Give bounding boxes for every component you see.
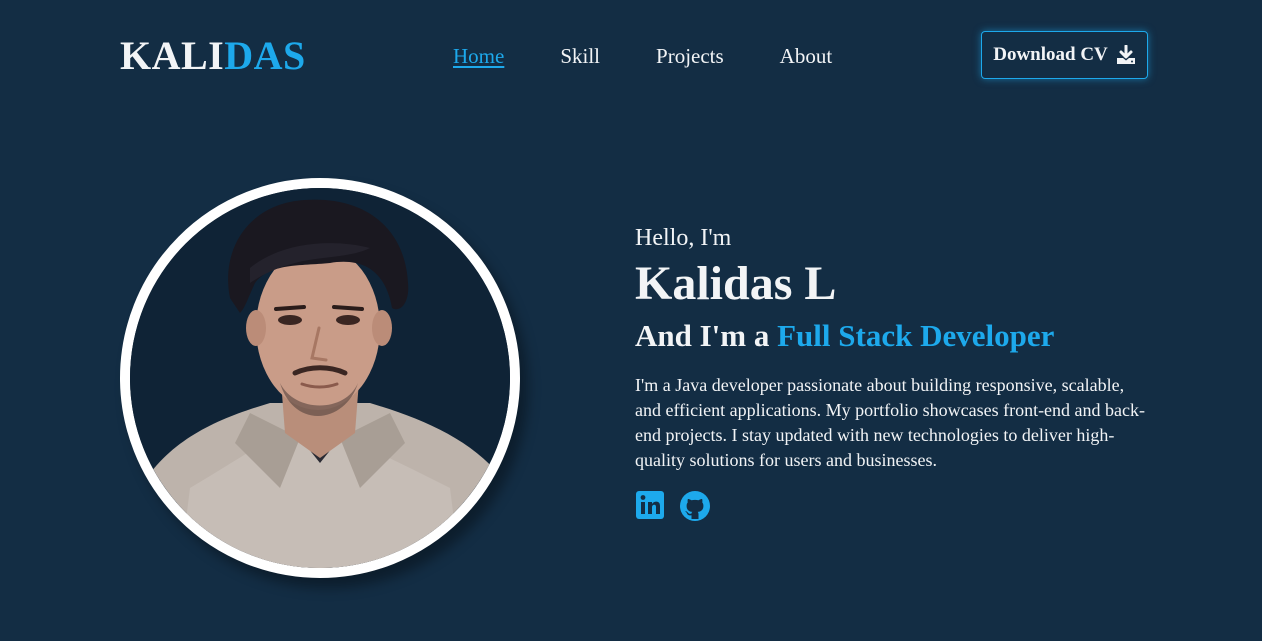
profile-photo: [120, 178, 520, 578]
logo-accent: DAS: [224, 33, 306, 78]
main-nav: Home Skill Projects About: [453, 42, 832, 70]
nav-skill[interactable]: Skill: [560, 42, 600, 70]
logo-primary: KALI: [120, 33, 225, 78]
portfolio-page: KALIDAS Home Skill Projects About Downlo…: [0, 0, 1262, 641]
download-icon: [1116, 44, 1136, 65]
hero-name: Kalidas L: [635, 257, 837, 310]
nav-home[interactable]: Home: [453, 42, 504, 70]
nav-projects[interactable]: Projects: [656, 42, 724, 70]
hero-section: Hello, I'm Kalidas L And I'm a Full Stac…: [635, 222, 1155, 521]
linkedin-icon[interactable]: [635, 490, 665, 520]
hero-role-prefix: And I'm a: [635, 318, 778, 353]
download-cv-button[interactable]: Download CV: [981, 31, 1148, 79]
hero-role-highlight: Full Stack Developer: [777, 318, 1055, 353]
site-logo[interactable]: KALIDAS: [120, 32, 306, 80]
hero-role: And I'm a Full Stack Developer: [635, 316, 1155, 356]
hero-greeting: Hello, I'm: [635, 225, 732, 251]
hero-bio: I'm a Java developer passionate about bu…: [635, 375, 1146, 470]
github-icon[interactable]: [679, 490, 710, 521]
nav-about[interactable]: About: [780, 42, 833, 70]
download-cv-label: Download CV: [993, 44, 1108, 65]
profile-photo-image: [130, 188, 510, 568]
social-links: [635, 490, 1155, 521]
